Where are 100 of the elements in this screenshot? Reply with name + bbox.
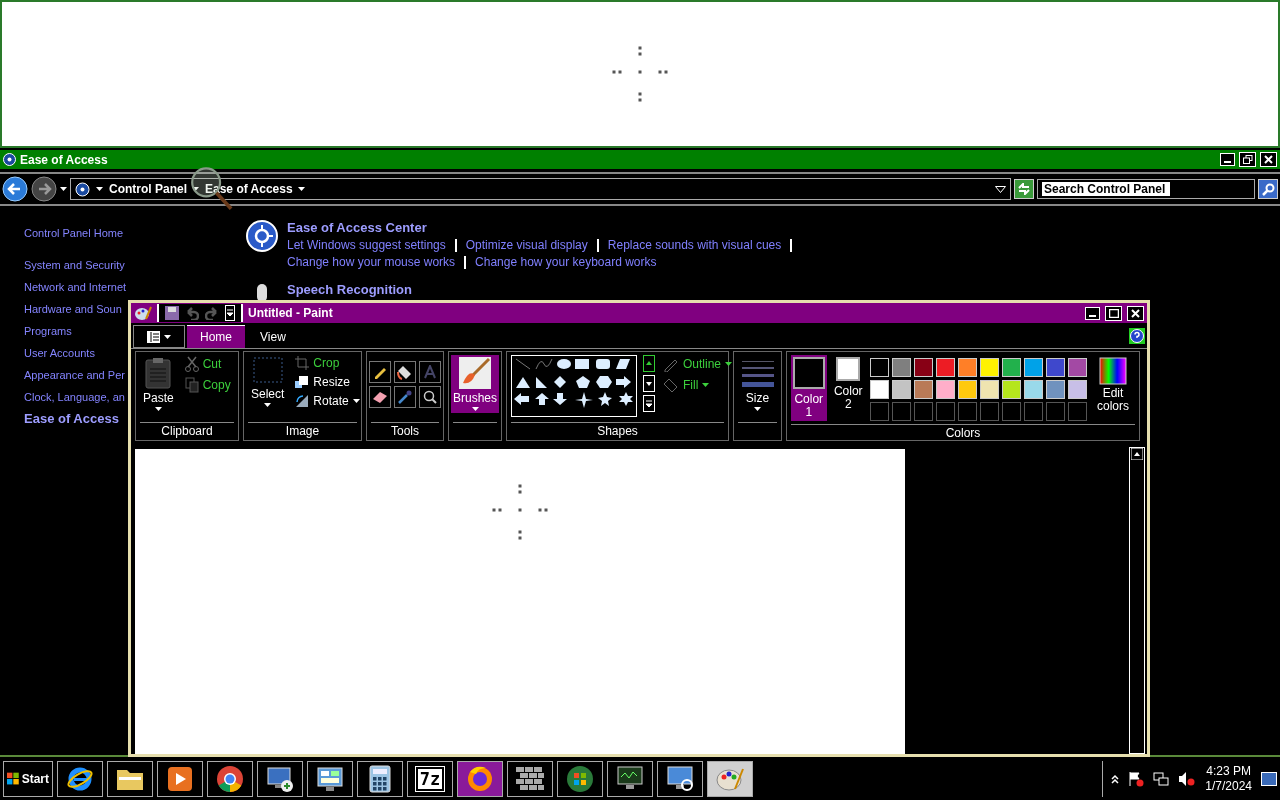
nav-link[interactable]: Clock, Language, an	[24, 386, 125, 408]
fill-tool[interactable]	[394, 361, 416, 383]
empty-swatch[interactable]	[1068, 402, 1087, 421]
chevron-up-icon[interactable]	[1111, 773, 1120, 784]
taskbar-app-button[interactable]	[107, 760, 153, 797]
expand-gallery-button[interactable]	[643, 395, 655, 412]
refresh-button[interactable]	[1014, 179, 1034, 199]
nav-link[interactable]: Control Panel Home	[24, 222, 124, 244]
taskbar-app-button[interactable]	[507, 760, 553, 797]
select-button[interactable]: Select	[248, 355, 288, 409]
empty-swatch[interactable]	[914, 402, 933, 421]
volume-muted-icon[interactable]	[1178, 770, 1197, 787]
palette-swatch[interactable]	[1002, 358, 1021, 377]
palette-swatch[interactable]	[1046, 380, 1065, 399]
palette-swatch[interactable]	[870, 358, 889, 377]
empty-swatch[interactable]	[958, 402, 977, 421]
minimize-button[interactable]	[1220, 153, 1235, 166]
search-button[interactable]	[1258, 179, 1278, 199]
ribbon-button[interactable]: Rotate	[293, 393, 362, 409]
palette-swatch[interactable]	[914, 358, 933, 377]
forward-button[interactable]	[31, 176, 57, 202]
file-menu-button[interactable]	[133, 325, 185, 348]
ribbon-tab[interactable]: Home	[187, 325, 245, 348]
ribbon-button[interactable]: Resize	[293, 374, 362, 390]
empty-swatch[interactable]	[892, 402, 911, 421]
nav-link[interactable]: System and Security	[24, 254, 125, 276]
palette-swatch[interactable]	[980, 380, 999, 399]
taskbar-app-button[interactable]	[357, 760, 403, 797]
save-icon[interactable]	[165, 306, 179, 320]
breadcrumb-item[interactable]: Control Panel	[109, 182, 199, 196]
magnifier-tool[interactable]	[419, 386, 441, 408]
palette-swatch[interactable]	[870, 380, 889, 399]
undo-icon[interactable]	[185, 306, 199, 320]
empty-swatch[interactable]	[1046, 402, 1065, 421]
section-title[interactable]: Ease of Access Center	[287, 220, 802, 236]
clock[interactable]: 4:23 PM 1/7/2024	[1205, 763, 1252, 794]
taskbar-app-button[interactable]	[57, 760, 103, 797]
start-button[interactable]: Start	[3, 760, 53, 797]
flag-icon[interactable]	[1128, 770, 1145, 787]
nav-link[interactable]: Appearance and Per	[24, 364, 125, 386]
paste-button[interactable]: Paste	[140, 355, 177, 413]
section-title[interactable]: Speech Recognition	[287, 282, 412, 298]
close-button[interactable]	[1127, 305, 1144, 321]
palette-swatch[interactable]	[980, 358, 999, 377]
taskbar-app-button[interactable]	[557, 760, 603, 797]
nav-link[interactable]: Hardware and Soun	[24, 298, 122, 320]
color-picker-tool[interactable]	[394, 386, 416, 408]
task-link[interactable]: Let Windows suggest settings	[287, 237, 446, 253]
back-button[interactable]	[2, 176, 28, 202]
taskbar-app-button[interactable]	[657, 760, 703, 797]
empty-swatch[interactable]	[936, 402, 955, 421]
edit-colors-button[interactable]: Edit colors	[1091, 355, 1135, 415]
eraser-tool[interactable]	[369, 386, 391, 408]
redo-icon[interactable]	[205, 306, 219, 320]
show-desktop-icon[interactable]	[1261, 771, 1277, 786]
taskbar-app-button[interactable]: 7z	[407, 760, 453, 797]
palette-swatch[interactable]	[936, 380, 955, 399]
network-icon[interactable]	[1153, 770, 1170, 787]
help-icon[interactable]	[1129, 327, 1145, 344]
empty-swatch[interactable]	[1024, 402, 1043, 421]
palette-swatch[interactable]	[1046, 358, 1065, 377]
task-link[interactable]: Change how your keyboard works	[475, 254, 657, 270]
vertical-scrollbar[interactable]	[1129, 447, 1145, 754]
scroll-up-button[interactable]	[643, 355, 655, 372]
close-button[interactable]	[1260, 152, 1277, 167]
nav-link[interactable]: Ease of Access	[24, 408, 119, 430]
palette-swatch[interactable]	[1002, 380, 1021, 399]
taskbar-app-button[interactable]	[207, 760, 253, 797]
taskbar-app-button[interactable]	[457, 760, 503, 797]
empty-swatch[interactable]	[980, 402, 999, 421]
brushes-button[interactable]: Brushes	[451, 355, 499, 413]
scroll-down-button[interactable]	[643, 375, 655, 392]
nav-link[interactable]: Programs	[24, 320, 72, 342]
nav-link[interactable]: Network and Internet	[24, 276, 127, 298]
taskbar-app-button[interactable]	[307, 760, 353, 797]
palette-swatch[interactable]	[958, 380, 977, 399]
nav-link[interactable]: User Accounts	[24, 342, 95, 364]
palette-swatch[interactable]	[892, 358, 911, 377]
minimize-button[interactable]	[1085, 306, 1100, 320]
task-link[interactable]: Optimize visual display	[465, 237, 588, 253]
color-slot-button[interactable]: Color 2	[830, 355, 866, 413]
palette-swatch[interactable]	[936, 358, 955, 377]
empty-swatch[interactable]	[1002, 402, 1021, 421]
taskbar-app-button[interactable]	[257, 760, 303, 797]
palette-swatch[interactable]	[1024, 358, 1043, 377]
color-slot-button[interactable]: Color 1	[791, 355, 827, 421]
task-link[interactable]: Change how your mouse works	[287, 254, 456, 270]
palette-swatch[interactable]	[892, 380, 911, 399]
taskbar-app-button[interactable]	[157, 760, 203, 797]
customize-menu-icon[interactable]	[225, 305, 235, 321]
palette-swatch[interactable]	[914, 380, 933, 399]
palette-swatch[interactable]	[1068, 380, 1087, 399]
text-tool[interactable]	[419, 361, 441, 383]
pencil-tool[interactable]	[369, 361, 391, 383]
palette-swatch[interactable]	[958, 358, 977, 377]
palette-swatch[interactable]	[1068, 358, 1087, 377]
palette-swatch[interactable]	[1024, 380, 1043, 399]
search-field[interactable]: Search Control Panel	[1037, 179, 1255, 199]
restore-button[interactable]	[1239, 152, 1256, 167]
empty-swatch[interactable]	[870, 402, 889, 421]
